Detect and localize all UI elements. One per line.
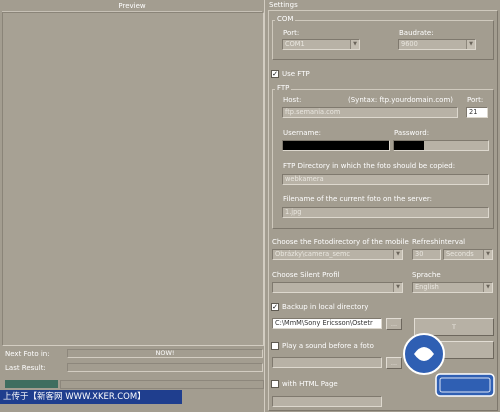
host-label: Host:: [283, 96, 302, 104]
backup-checkbox[interactable]: ✓: [271, 303, 279, 311]
chevron-down-icon: ▼: [483, 283, 492, 292]
refresh-unit-value: Seconds: [446, 250, 474, 258]
ftp-port-label: Port:: [467, 96, 484, 104]
progress-track: [60, 380, 264, 389]
preview-image-area: [2, 12, 264, 346]
password-mask: [394, 141, 424, 150]
baudrate-value: 9600: [401, 40, 418, 48]
html-page-checkbox[interactable]: [271, 380, 279, 388]
com-port-value: COM1: [285, 40, 305, 48]
sound-path-input[interactable]: [272, 357, 382, 368]
com-port-label: Port:: [283, 29, 300, 37]
chevron-down-icon: ▼: [350, 40, 359, 49]
next-foto-value: NOW!: [67, 349, 263, 358]
chevron-down-icon: ▼: [466, 40, 475, 49]
use-ftp-label: Use FTP: [282, 70, 310, 78]
use-ftp-checkbox[interactable]: ✓: [271, 70, 279, 78]
silent-profil-label: Choose Silent Profil: [272, 271, 340, 279]
progress-bar: [5, 380, 58, 388]
ftp-directory-input[interactable]: webkamera: [282, 174, 489, 185]
baudrate-select[interactable]: 9600 ▼: [398, 39, 476, 50]
fotodirectory-value: Obrázky\camera_semc: [275, 250, 351, 258]
sound-label: Play a sound before a foto: [282, 342, 374, 350]
sprache-label: Sprache: [412, 271, 441, 279]
watermark-banner: 上传于【新客网 WWW.XKER.COM】: [0, 390, 182, 404]
html-page-path-input[interactable]: [272, 396, 382, 407]
next-foto-label: Next Foto in:: [5, 350, 50, 358]
password-input[interactable]: [393, 140, 489, 151]
username-label: Username:: [283, 129, 322, 137]
backup-path-input[interactable]: C:\MmM\Sony Ericsson\Ostetr: [272, 318, 382, 329]
ftp-directory-label: FTP Directory in which the foto should b…: [283, 162, 456, 170]
server-filename-label: Filename of the current foto on the serv…: [283, 195, 433, 203]
com-port-select[interactable]: COM1 ▼: [282, 39, 360, 50]
sound-checkbox[interactable]: [271, 342, 279, 350]
server-filename-input[interactable]: 1.jpg: [282, 207, 489, 218]
chevron-down-icon: ▼: [393, 283, 402, 292]
backup-label: Backup in local directory: [282, 303, 369, 311]
host-input[interactable]: ftp.semania.com: [282, 107, 458, 118]
backup-browse-button[interactable]: ...: [386, 318, 402, 330]
refreshinterval-label: Refreshinterval: [412, 238, 466, 246]
refresh-unit-select[interactable]: Seconds ▼: [443, 249, 493, 260]
last-result-label: Last Result:: [5, 364, 46, 372]
chevron-down-icon: ▼: [483, 250, 492, 259]
settings-title: Settings: [269, 1, 298, 9]
password-label: Password:: [394, 129, 430, 137]
host-syntax-hint: (Syntax: ftp.yourdomain.com): [348, 96, 454, 104]
username-input[interactable]: [282, 140, 390, 151]
watermark-logo: [403, 333, 495, 397]
preview-title: Preview: [2, 2, 262, 12]
fotodirectory-select[interactable]: Obrázky\camera_semc ▼: [272, 249, 403, 260]
fotodirectory-label: Choose the Fotodirectory of the mobile: [272, 238, 409, 246]
sprache-value: English: [415, 283, 439, 291]
last-result-value: [67, 363, 263, 372]
ftp-group-label: FTP: [275, 84, 292, 93]
sprache-select[interactable]: English ▼: [412, 282, 493, 293]
chevron-down-icon: ▼: [393, 250, 402, 259]
com-group-label: COM: [275, 15, 296, 24]
refreshinterval-input[interactable]: 30: [412, 249, 441, 260]
watermark-logo-badge: [435, 373, 495, 397]
silent-profil-select[interactable]: ▼: [272, 282, 403, 293]
baudrate-label: Baudrate:: [399, 29, 434, 37]
ftp-port-input[interactable]: 21: [466, 107, 488, 118]
html-page-label: with HTML Page: [282, 380, 338, 388]
